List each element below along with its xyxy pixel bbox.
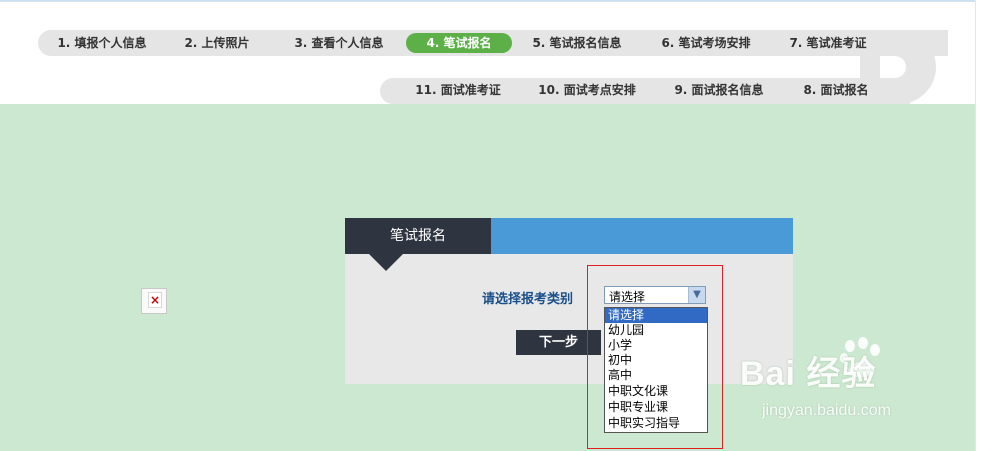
step-5-written-registration-info[interactable]: 5. 笔试报名信息 — [528, 33, 626, 53]
panel-title: 笔试报名 — [345, 218, 491, 254]
step-bar-curve-gap — [880, 56, 906, 78]
step-2-upload-photo[interactable]: 2. 上传照片 — [180, 33, 254, 53]
step-1-fill-personal-info[interactable]: 1. 填报个人信息 — [50, 33, 154, 53]
broken-image-placeholder: × — [141, 288, 167, 314]
panel-tab-pointer — [369, 254, 403, 271]
step-10-interview-venue[interactable]: 10. 面试考点安排 — [532, 80, 642, 100]
broken-image-icon: × — [148, 292, 162, 308]
step-4-written-exam-registration[interactable]: 4. 笔试报名 — [406, 33, 512, 53]
watermark-url: jingyan.baidu.com — [762, 402, 891, 419]
baidu-jingyan-watermark: Bai 经验 jingyan.baidu.com — [740, 337, 975, 430]
step-11-interview-admission-ticket[interactable]: 11. 面试准考证 — [410, 80, 506, 100]
step-3-view-personal-info[interactable]: 3. 查看个人信息 — [290, 33, 388, 53]
step-6-written-exam-room[interactable]: 6. 笔试考场安排 — [656, 33, 756, 53]
vertical-scrollbar[interactable] — [975, 0, 1000, 451]
step-9-interview-registration-info[interactable]: 9. 面试报名信息 — [668, 80, 770, 100]
step-8-interview-registration[interactable]: 8. 面试报名 — [798, 80, 874, 100]
top-border — [0, 0, 975, 2]
red-highlight-box — [587, 265, 723, 449]
watermark-logo-text: Bai 经验 — [740, 355, 877, 393]
step-7-written-admission-ticket[interactable]: 7. 笔试准考证 — [784, 33, 872, 53]
category-select-label: 请选择报考类别 — [482, 292, 574, 307]
